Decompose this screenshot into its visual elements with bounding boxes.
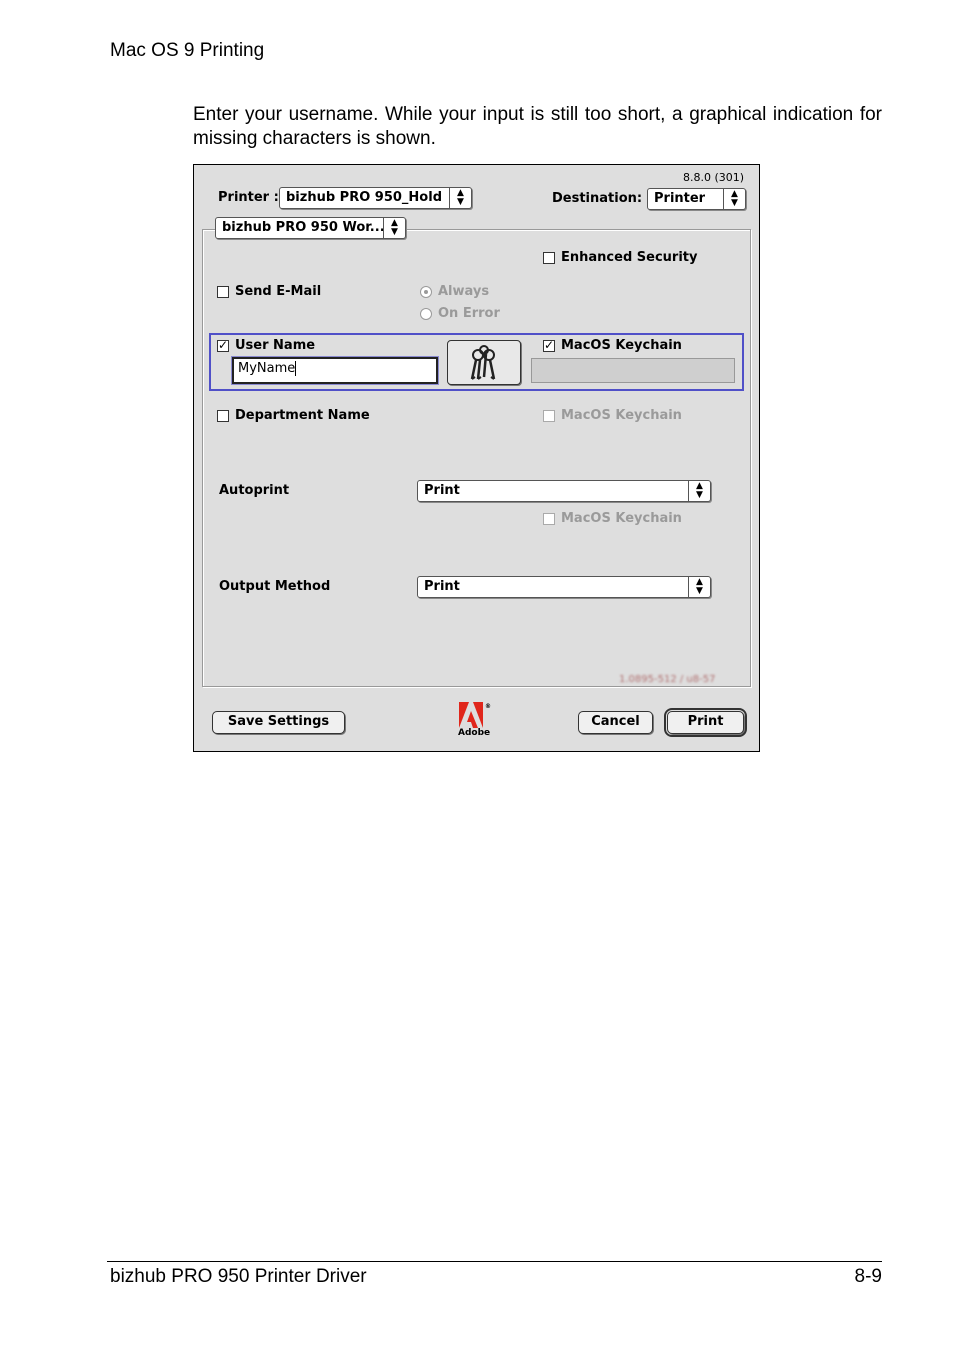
intro-text: Enter your username. While your input is… bbox=[193, 104, 882, 149]
autoprint-popup[interactable]: Print ▲ ▼ bbox=[417, 480, 711, 502]
printer-popup-value: bizhub PRO 950_Hold bbox=[286, 190, 442, 205]
panel-popup[interactable]: bizhub PRO 950 Wor... ▲ ▼ bbox=[215, 217, 406, 239]
version-label: 8.8.0 (301) bbox=[683, 171, 745, 184]
keychain-field bbox=[531, 358, 735, 383]
up-down-arrows-icon: ▲ ▼ bbox=[383, 218, 405, 238]
page-number: 8-9 bbox=[854, 1266, 882, 1287]
checkbox-box bbox=[217, 338, 229, 352]
send-email-label: Send E-Mail bbox=[235, 284, 322, 299]
destination-popup-value: Printer bbox=[654, 191, 706, 206]
checkbox-box bbox=[543, 251, 555, 264]
blurred-status-text: 1.0895-512 / u8-57 bbox=[619, 674, 716, 685]
output-method-popup-value: Print bbox=[424, 579, 460, 594]
user-name-label: User Name bbox=[235, 338, 316, 353]
on-error-label: On Error bbox=[438, 306, 500, 321]
on-error-radio[interactable]: On Error bbox=[420, 306, 500, 321]
footer-title: bizhub PRO 950 Printer Driver bbox=[110, 1266, 367, 1287]
radio-button bbox=[420, 285, 432, 298]
output-method-label: Output Method bbox=[219, 579, 331, 594]
macos-keychain-label-1: MacOS Keychain bbox=[561, 338, 682, 353]
up-down-arrows-icon: ▲ ▼ bbox=[723, 189, 745, 209]
keys-icon bbox=[470, 345, 496, 380]
printer-label: Printer : bbox=[218, 190, 279, 205]
radio-button bbox=[420, 307, 432, 320]
enhanced-security-checkbox[interactable]: Enhanced Security bbox=[543, 250, 697, 265]
enhanced-security-label: Enhanced Security bbox=[561, 250, 698, 265]
macos-keychain-checkbox-1[interactable]: MacOS Keychain bbox=[543, 338, 682, 353]
cancel-button[interactable]: Cancel bbox=[578, 711, 653, 734]
checkbox-box bbox=[543, 409, 555, 422]
panel-popup-value: bizhub PRO 950 Wor... bbox=[222, 220, 385, 235]
user-name-input[interactable]: MyName bbox=[232, 357, 438, 384]
always-radio[interactable]: Always bbox=[420, 284, 489, 299]
user-name-checkbox[interactable]: User Name bbox=[217, 338, 315, 353]
macos-keychain-label-2: MacOS Keychain bbox=[561, 408, 682, 423]
keychain-button[interactable] bbox=[447, 340, 521, 385]
autoprint-popup-value: Print bbox=[424, 483, 460, 498]
footer-rule bbox=[107, 1261, 882, 1262]
destination-popup[interactable]: Printer ▲ ▼ bbox=[647, 188, 746, 210]
autoprint-label: Autoprint bbox=[219, 483, 290, 498]
adobe-logo: ® Adobe bbox=[457, 702, 491, 742]
up-down-arrows-icon: ▲ ▼ bbox=[449, 188, 471, 208]
save-settings-button[interactable]: Save Settings bbox=[212, 711, 345, 734]
output-method-popup[interactable]: Print ▲ ▼ bbox=[417, 576, 711, 598]
send-email-checkbox[interactable]: Send E-Mail bbox=[217, 284, 321, 299]
macos-keychain-checkbox-2[interactable]: MacOS Keychain bbox=[543, 408, 682, 423]
text-caret bbox=[295, 361, 297, 376]
checkbox-box bbox=[217, 285, 229, 298]
macos-keychain-label-3: MacOS Keychain bbox=[561, 511, 682, 526]
print-dialog: 8.8.0 (301) Printer : bizhub PRO 950_Hol… bbox=[193, 164, 760, 752]
department-name-label: Department Name bbox=[235, 408, 370, 423]
checkbox-box bbox=[543, 338, 555, 352]
always-label: Always bbox=[438, 284, 490, 299]
print-button[interactable]: Print bbox=[664, 708, 747, 737]
department-name-checkbox[interactable]: Department Name bbox=[217, 408, 370, 423]
user-name-value: MyName bbox=[238, 361, 296, 376]
macos-keychain-checkbox-3[interactable]: MacOS Keychain bbox=[543, 511, 682, 526]
destination-label: Destination: bbox=[552, 191, 643, 206]
adobe-label: Adobe bbox=[458, 728, 491, 738]
svg-text:®: ® bbox=[485, 703, 491, 710]
page-header: Mac OS 9 Printing bbox=[110, 40, 265, 61]
adobe-logo-mark: ® bbox=[459, 702, 491, 728]
up-down-arrows-icon: ▲ ▼ bbox=[688, 481, 710, 501]
checkbox-box bbox=[543, 512, 555, 525]
checkbox-box bbox=[217, 409, 229, 422]
printer-popup[interactable]: bizhub PRO 950_Hold ▲ ▼ bbox=[279, 187, 472, 209]
up-down-arrows-icon: ▲ ▼ bbox=[688, 577, 710, 597]
